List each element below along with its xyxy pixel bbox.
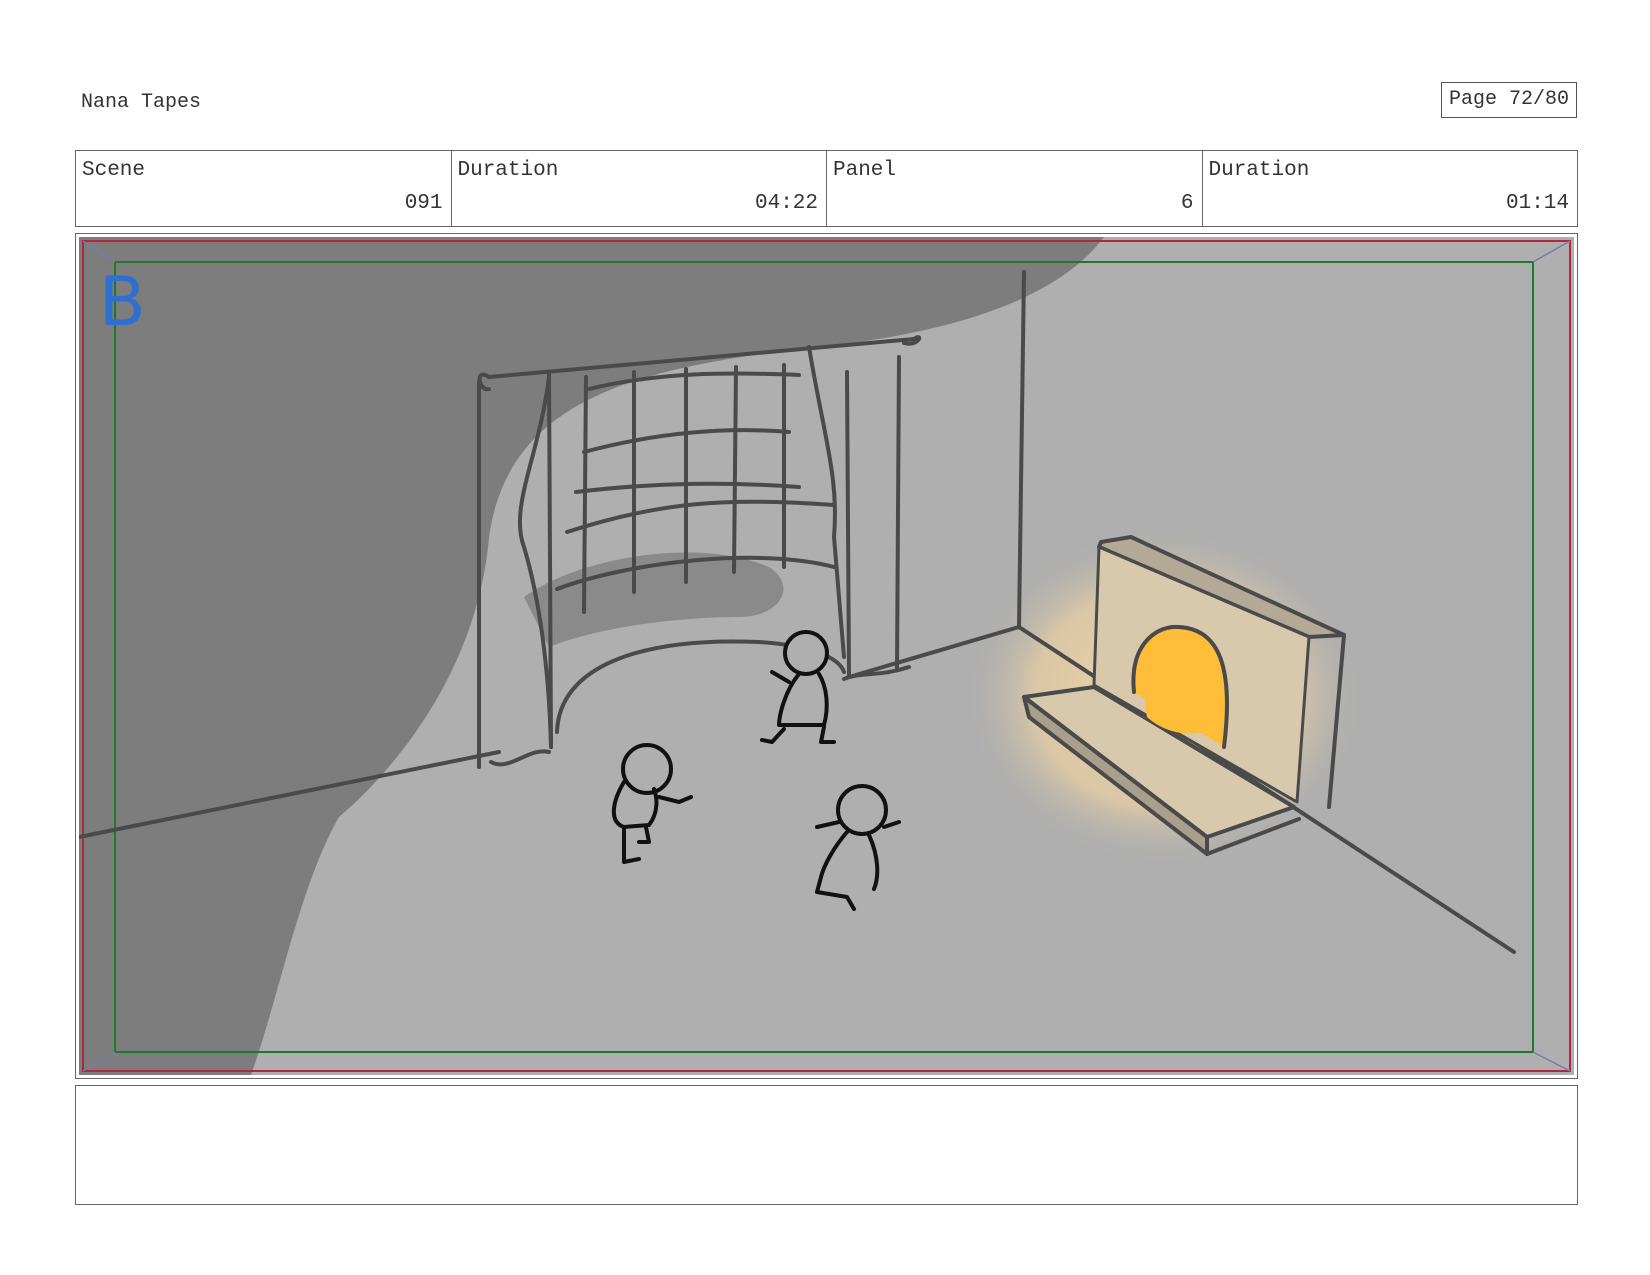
panel-duration-value: 01:14	[1505, 192, 1569, 215]
notes-box	[75, 1085, 1578, 1205]
scene-label: Scene	[82, 159, 146, 182]
panel-cell: Panel 6	[827, 151, 1203, 226]
scene-duration-cell: Duration 04:22	[452, 151, 827, 226]
scene-value: 091	[404, 192, 443, 215]
character-head	[783, 630, 829, 676]
panel-duration-cell: Duration 01:14	[1203, 151, 1578, 226]
panel-duration-label: Duration	[1208, 159, 1310, 182]
panel-label: Panel	[833, 159, 897, 182]
layer-letter: B	[99, 263, 146, 342]
scene-cell: Scene 091	[76, 151, 452, 226]
scene-duration-label: Duration	[457, 159, 559, 182]
scene-duration-value: 04:22	[754, 192, 818, 215]
project-title: Nana Tapes	[81, 91, 202, 114]
panel-value: 6	[1180, 192, 1194, 215]
info-row: Scene 091 Duration 04:22 Panel 6 Duratio…	[75, 150, 1578, 227]
storyboard-panel: B	[75, 233, 1578, 1079]
panel-drawing: B	[79, 237, 1574, 1075]
page-number: Page 72/80	[1441, 82, 1577, 118]
